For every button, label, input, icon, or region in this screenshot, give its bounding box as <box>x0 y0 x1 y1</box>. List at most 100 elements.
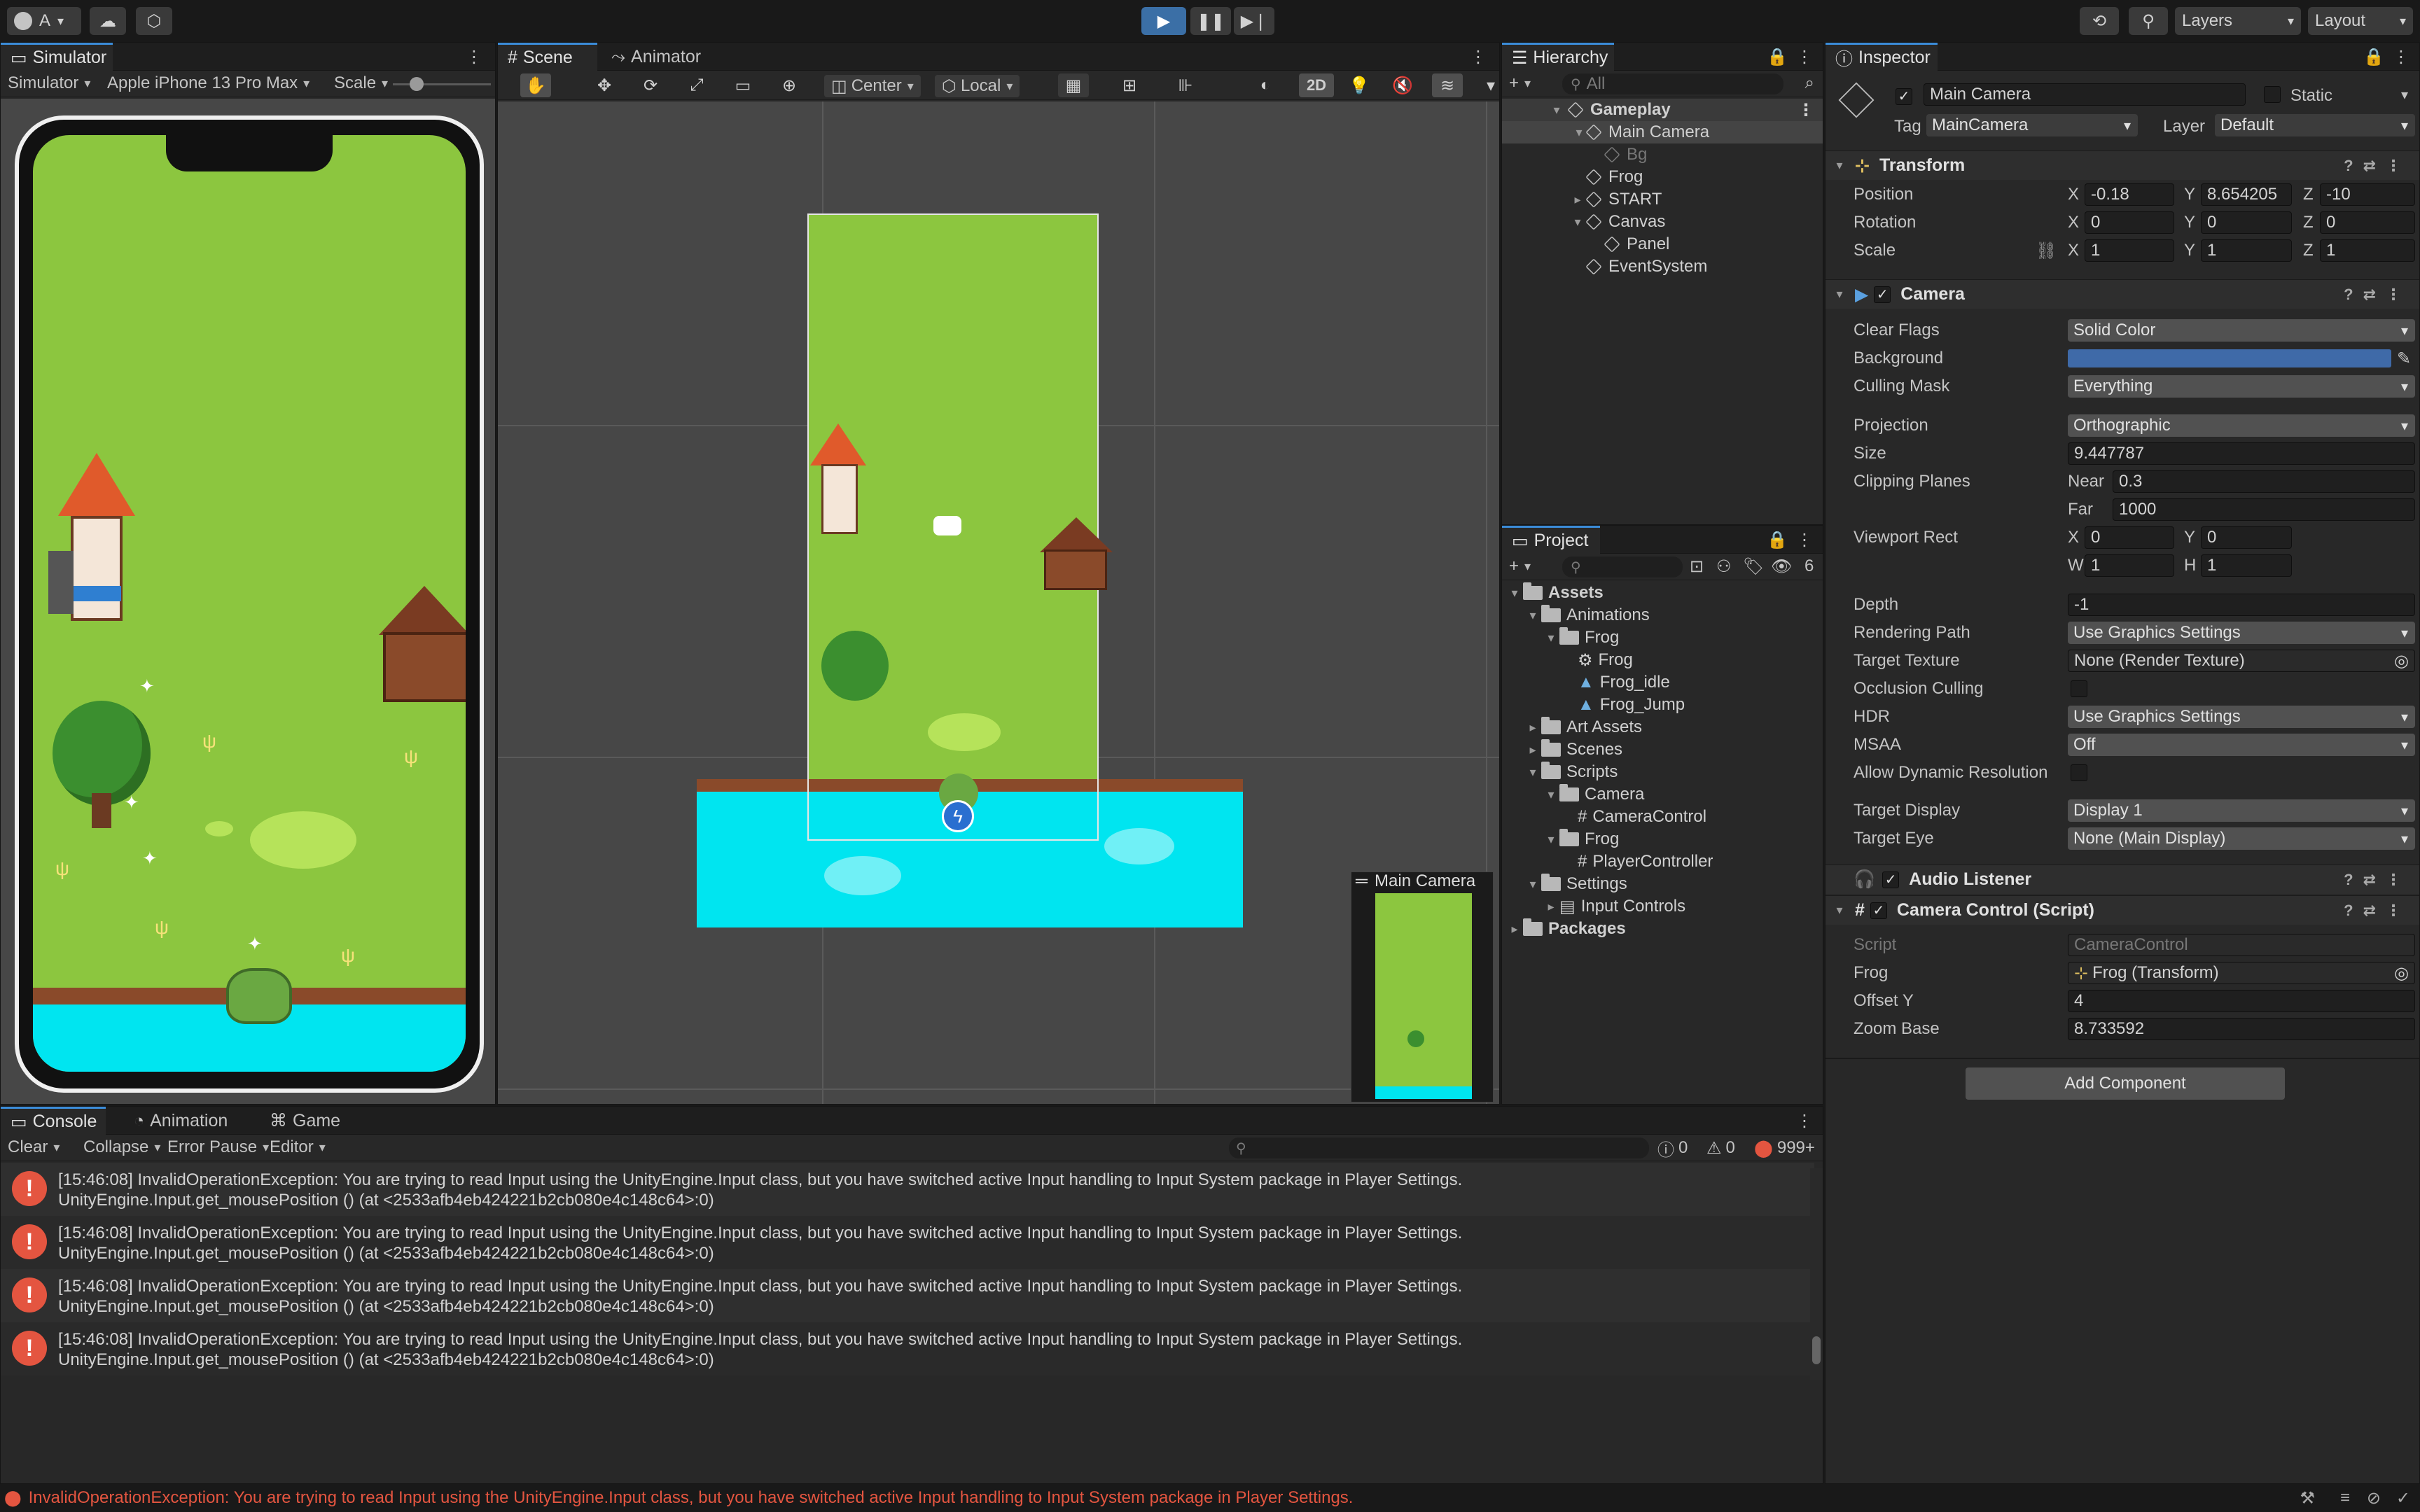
hierarchy-item-panel[interactable]: Panel <box>1502 233 1823 255</box>
target-texture-field[interactable]: None (Render Texture) ◎ <box>2068 650 2415 672</box>
console-scrollbar[interactable] <box>1810 1168 1823 1380</box>
object-picker-icon[interactable]: ◎ <box>2394 963 2409 983</box>
collapse-toggle[interactable]: Collapse <box>76 1136 170 1158</box>
effects-icon[interactable]: ≋ <box>1432 74 1463 97</box>
chevron-down-icon[interactable]: ▾ <box>2401 86 2408 104</box>
clear-dropdown[interactable]: Clear <box>1 1136 67 1158</box>
expand-arrow-icon[interactable]: ▸ <box>1543 899 1559 914</box>
search-by-type-icon[interactable]: ⊡ <box>1690 556 1704 577</box>
zoom-base-field[interactable]: 8.733592 <box>2068 1018 2415 1040</box>
audio-listener-header[interactable]: 🎧 ✓ Audio Listener ?⇄⋮ <box>1826 864 2419 894</box>
check-icon[interactable]: ✓ <box>2396 1488 2410 1508</box>
object-picker-icon[interactable]: ◎ <box>2394 651 2409 671</box>
project-item-settings[interactable]: ▾ Settings <box>1502 873 1823 895</box>
project-item-frog-jump[interactable]: ▲ Frog_Jump <box>1502 694 1823 716</box>
component-header-icons[interactable]: ?⇄⋮ <box>2344 286 2411 304</box>
camera-header[interactable]: ▾ ▶ ✓ Camera ?⇄⋮ <box>1826 279 2419 309</box>
status-bar[interactable]: ⬤ InvalidOperationException: You are try… <box>0 1484 2420 1512</box>
expand-arrow-icon[interactable]: ▾ <box>1543 631 1559 645</box>
viewport-h-field[interactable]: 1 <box>2201 554 2292 577</box>
offset-y-field[interactable]: 4 <box>2068 990 2415 1012</box>
collapse-arrow-icon[interactable]: ▾ <box>1831 287 1848 302</box>
transform-tool-icon[interactable]: ⊕ <box>774 74 805 97</box>
console-search-input[interactable]: ⚲ <box>1229 1138 1649 1158</box>
search-by-label-icon[interactable]: ⚇ <box>1716 556 1732 577</box>
add-component-button[interactable]: Add Component <box>1966 1068 2285 1100</box>
audio-icon[interactable]: 🔇 <box>1387 74 1418 97</box>
rect-tool-icon[interactable]: ▭ <box>728 74 758 97</box>
dynamic-res-checkbox[interactable] <box>2071 764 2087 781</box>
hidden-packages-icon[interactable]: 👁 <box>1771 556 1792 577</box>
far-field[interactable]: 1000 <box>2113 498 2415 521</box>
transform-header[interactable]: ▾ ⊹ Transform ?⇄⋮ <box>1826 150 2419 180</box>
hierarchy-item-gameplay[interactable]: ▾ Gameplay ⋮ <box>1502 99 1823 121</box>
project-item-playercontroller[interactable]: # PlayerController <box>1502 850 1823 873</box>
rendering-path-dropdown[interactable]: Use Graphics Settings <box>2068 622 2415 644</box>
scale-tool-icon[interactable]: ⤢ <box>681 74 712 97</box>
console-entry[interactable]: ! [15:46:08] InvalidOperationException: Y… <box>1 1322 1814 1376</box>
camera-gizmo-icon[interactable] <box>933 516 961 536</box>
project-item-frog-scripts[interactable]: ▾ Frog <box>1502 828 1823 850</box>
console-entry[interactable]: ! [15:46:08] InvalidOperationException: Y… <box>1 1163 1814 1216</box>
expand-arrow-icon[interactable]: ▾ <box>1524 877 1541 892</box>
hand-tool-icon[interactable]: ✋ <box>520 74 551 97</box>
draw-mode-icon[interactable]: ◐ <box>1250 74 1281 97</box>
background-color-swatch[interactable] <box>2068 349 2391 368</box>
eyedropper-icon[interactable]: ✎ <box>2397 349 2411 369</box>
rotate-tool-icon[interactable]: ⟳ <box>635 74 666 97</box>
expand-arrow-icon[interactable]: ▾ <box>1569 215 1586 230</box>
project-item-frog-controller[interactable]: ⚙ Frog <box>1502 649 1823 671</box>
snap-grid-icon[interactable]: ▦ <box>1058 74 1089 97</box>
frog-field[interactable]: ⊹ Frog (Transform) ◎ <box>2068 962 2415 984</box>
expand-arrow-icon[interactable]: ▾ <box>1506 586 1523 601</box>
expand-arrow-icon[interactable]: ▸ <box>1524 743 1541 757</box>
lighting-icon[interactable]: 💡 <box>1344 74 1375 97</box>
position-y-field[interactable]: 8.654205 <box>2201 183 2292 206</box>
space-dropdown[interactable]: ⬡ Local <box>935 75 1020 97</box>
collapse-arrow-icon[interactable]: ▾ <box>1831 903 1848 918</box>
create-dropdown[interactable]: + <box>1502 72 1538 94</box>
size-field[interactable]: 9.447787 <box>2068 442 2415 465</box>
project-item-frog-idle[interactable]: ▲ Frog_idle <box>1502 671 1823 694</box>
game-screen[interactable]: ψ ψ ψ ψ ψ ✦ ✦ ✦ ✦ <box>33 135 466 1072</box>
collab-button[interactable]: ⬡ <box>136 7 172 35</box>
camera-control-checkbox[interactable]: ✓ <box>1870 902 1887 919</box>
lock-icon[interactable]: 🔒 <box>2363 47 2384 67</box>
collapse-arrow-icon[interactable]: ▾ <box>1831 158 1848 173</box>
increment-snap-icon[interactable]: ⊪ <box>1170 74 1201 97</box>
lock-icon[interactable]: 🔒 <box>1767 530 1788 550</box>
target-eye-dropdown[interactable]: None (Main Display) <box>2068 827 2415 850</box>
lock-icon[interactable]: 🔒 <box>1767 47 1788 67</box>
object-name-field[interactable]: Main Camera <box>1924 83 2246 106</box>
audio-listener-checkbox[interactable]: ✓ <box>1882 871 1900 888</box>
mode-2d-toggle[interactable]: 2D <box>1299 74 1334 97</box>
history-button[interactable]: ⟲ <box>2080 7 2119 35</box>
tab-project[interactable]: ▭ Project <box>1502 526 1600 554</box>
move-tool-icon[interactable]: ✥ <box>589 74 620 97</box>
tab-simulator[interactable]: ▭ Simulator <box>1 43 113 71</box>
component-header-icons[interactable]: ?⇄⋮ <box>2344 871 2411 889</box>
hierarchy-item-bg[interactable]: Bg <box>1502 144 1823 166</box>
component-header-icons[interactable]: ?⇄⋮ <box>2344 902 2411 920</box>
simulator-mode-dropdown[interactable]: Simulator <box>1 72 97 94</box>
hierarchy-item-start[interactable]: ▸ START <box>1502 188 1823 211</box>
msaa-dropdown[interactable]: Off <box>2068 734 2415 756</box>
rotation-x-field[interactable]: 0 <box>2085 211 2174 234</box>
scene-viewport[interactable]: ϟ ═ Main Camera <box>498 102 1499 1104</box>
project-item-input-controls[interactable]: ▸ ▤ Input Controls <box>1502 895 1823 918</box>
progress-icon[interactable]: ≡ <box>2340 1488 2350 1508</box>
more-menu-icon[interactable]: ⋮ <box>1796 47 1813 67</box>
project-item-art-assets[interactable]: ▸ Art Assets <box>1502 716 1823 738</box>
create-dropdown[interactable]: + <box>1502 555 1538 578</box>
hierarchy-search-input[interactable]: ⚲ All <box>1562 74 1783 94</box>
expand-arrow-icon[interactable]: ▾ <box>1524 608 1541 623</box>
hierarchy-item-canvas[interactable]: ▾ Canvas <box>1502 211 1823 233</box>
tab-hierarchy[interactable]: ☰ Hierarchy <box>1502 43 1614 71</box>
scale-slider[interactable] <box>393 77 491 91</box>
scale-slider-handle[interactable] <box>410 77 424 91</box>
viewport-w-field[interactable]: 1 <box>2085 554 2174 577</box>
projection-dropdown[interactable]: Orthographic <box>2068 414 2415 437</box>
gizmos-icon[interactable]: ▾ <box>1475 74 1499 97</box>
tab-console[interactable]: ▭ Console <box>1 1107 106 1135</box>
grid-toggle-icon[interactable]: ⊞ <box>1114 74 1145 97</box>
